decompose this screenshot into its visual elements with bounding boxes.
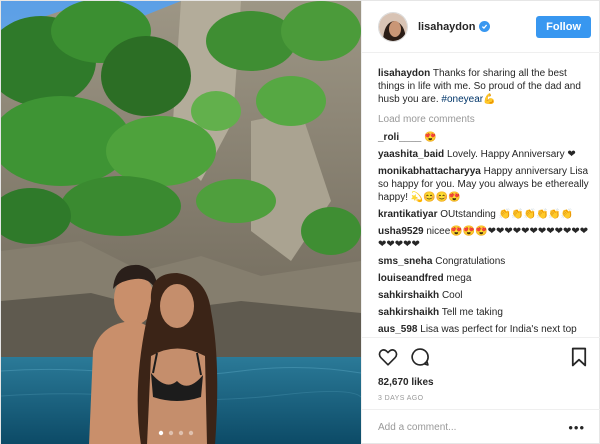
- comment-username[interactable]: sms_sneha: [378, 256, 432, 267]
- comment-text: 😍: [424, 132, 437, 143]
- comment-item: usha9529 nicee😍😍😍❤❤❤❤❤❤❤❤❤❤❤❤❤❤❤❤❤: [378, 225, 591, 251]
- post-side-panel: lisahaydon Follow lisahaydon Thanks for …: [361, 1, 600, 444]
- post-header: lisahaydon Follow: [362, 1, 600, 53]
- comment-item: _roli____ 😍: [378, 131, 591, 144]
- comment-item: louiseandfred mega: [378, 272, 591, 285]
- comment-username[interactable]: aus_598: [378, 324, 417, 335]
- comment-username[interactable]: yaashita_baid: [378, 149, 444, 160]
- like-count[interactable]: 82,670 likes: [378, 377, 587, 388]
- post-caption: lisahaydon Thanks for sharing all the be…: [378, 67, 591, 106]
- bookmark-icon[interactable]: [571, 347, 587, 367]
- comment-bubble-icon[interactable]: [410, 347, 430, 367]
- post-photo[interactable]: [1, 1, 361, 444]
- header-username[interactable]: lisahaydon: [418, 21, 475, 33]
- post-timestamp[interactable]: 3 DAYS AGO: [378, 395, 587, 402]
- heart-outline-icon[interactable]: [378, 348, 398, 366]
- comment-text: Tell me taking: [441, 307, 503, 318]
- caption-username[interactable]: lisahaydon: [378, 68, 430, 79]
- more-options-icon[interactable]: •••: [568, 420, 585, 435]
- comment-username[interactable]: sahkirshaikh: [378, 290, 439, 301]
- comment-username[interactable]: monikabhattacharyya: [378, 166, 481, 177]
- comment-text: Congratulations: [435, 256, 506, 267]
- load-more-comments-link[interactable]: Load more comments: [378, 114, 591, 125]
- comment-username[interactable]: sahkirshaikh: [378, 307, 439, 318]
- caption-hashtag[interactable]: #oneyear💪: [441, 94, 495, 105]
- comment-item: monikabhattacharyya Happy anniversary Li…: [378, 165, 591, 204]
- couple-at-sea-cliff-photo: [1, 1, 361, 444]
- comment-input[interactable]: [378, 422, 568, 433]
- comment-text: OUtstanding 👏👏👏👏👏👏: [440, 209, 574, 220]
- add-comment-bar: •••: [362, 409, 600, 444]
- comment-text: Cool: [441, 290, 463, 301]
- comment-item: sms_sneha Congratulations: [378, 255, 591, 268]
- comment-item: aus_598 Lisa was perfect for India's nex…: [378, 323, 591, 336]
- verified-badge-icon: [479, 21, 491, 32]
- comment-username[interactable]: usha9529: [378, 226, 424, 237]
- comment-username[interactable]: louiseandfred: [378, 273, 444, 284]
- comments-section[interactable]: lisahaydon Thanks for sharing all the be…: [362, 53, 600, 337]
- comment-text: Lovely. Happy Anniversary ❤: [446, 149, 576, 160]
- comment-item: sahkirshaikh Tell me taking: [378, 306, 591, 319]
- action-buttons: [378, 346, 587, 368]
- comment-username[interactable]: krantikatiyar: [378, 209, 437, 220]
- follow-button[interactable]: Follow: [536, 15, 591, 38]
- comment-text: Lisa was perfect for India's next top: [420, 324, 577, 335]
- post-actions: 82,670 likes 3 DAYS AGO: [362, 337, 600, 402]
- comment-text: mega: [446, 273, 472, 284]
- avatar[interactable]: [378, 11, 408, 42]
- comment-username[interactable]: _roli____: [378, 132, 421, 143]
- instagram-post: lisahaydon Follow lisahaydon Thanks for …: [0, 0, 600, 444]
- comment-item: yaashita_baid Lovely. Happy Anniversary …: [378, 148, 591, 161]
- comment-item: sahkirshaikh Cool: [378, 289, 591, 302]
- comment-item: krantikatiyar OUtstanding 👏👏👏👏👏👏: [378, 208, 591, 221]
